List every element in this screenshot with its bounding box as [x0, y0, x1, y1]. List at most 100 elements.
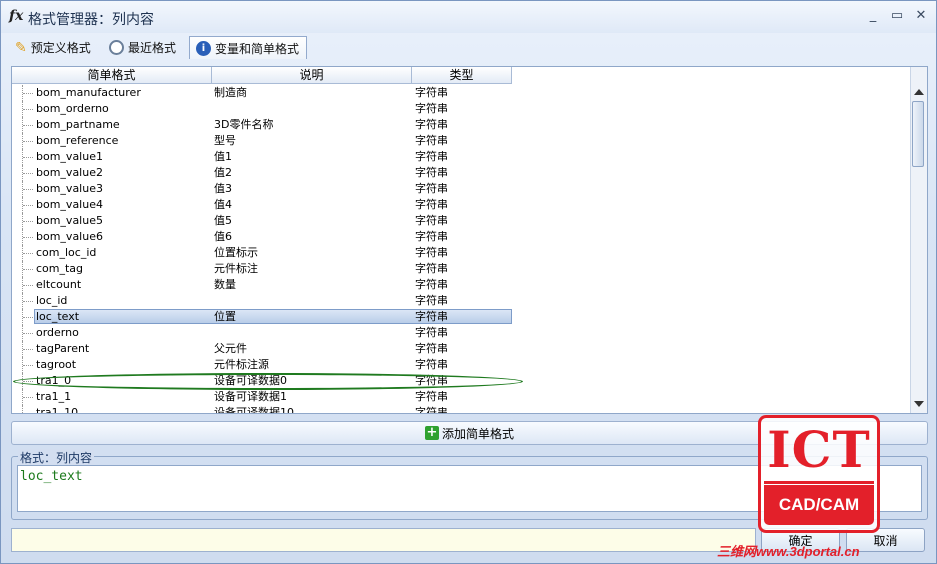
tree-line [22, 341, 35, 357]
scroll-down-arrow-icon[interactable] [914, 401, 924, 407]
cell-type: 字符串 [415, 262, 448, 275]
cell-type: 字符串 [415, 102, 448, 115]
close-button[interactable]: ✕ [911, 7, 931, 25]
table-row[interactable]: com_tag 元件标注 字符串 [12, 261, 912, 277]
table-row[interactable]: bom_value4 值4 字符串 [12, 197, 912, 213]
table-row[interactable]: bom_orderno 字符串 [12, 101, 912, 117]
minimize-button[interactable]: _ [863, 7, 883, 25]
tab-label: 变量和简单格式 [215, 41, 300, 56]
tree-line [22, 165, 35, 181]
cell-description: 数量 [214, 278, 236, 291]
cell-name: bom_value5 [36, 214, 103, 227]
tree-line [22, 181, 35, 197]
table-row[interactable]: tra1_1 设备可译数据1 字符串 [12, 389, 912, 405]
table-row[interactable]: bom_value1 值1 字符串 [12, 149, 912, 165]
table-row[interactable]: bom_reference 型号 字符串 [12, 133, 912, 149]
vertical-scrollbar[interactable] [910, 67, 927, 413]
table-row[interactable]: bom_manufacturer 制造商 字符串 [12, 85, 912, 101]
tree-line [22, 229, 35, 245]
cell-name: com_tag [36, 262, 84, 275]
cell-type: 字符串 [415, 230, 448, 243]
cell-description: 型号 [214, 134, 236, 147]
cell-type: 字符串 [415, 278, 448, 291]
table-row[interactable]: bom_value6 值6 字符串 [12, 229, 912, 245]
tree-line [22, 213, 35, 229]
tree-line [22, 101, 35, 117]
table-row[interactable]: com_loc_id 位置标示 字符串 [12, 245, 912, 261]
tree-line [22, 405, 35, 413]
cell-description: 父元件 [214, 342, 247, 355]
logo-text-ict: ICT [767, 420, 871, 479]
cell-name: bom_value3 [36, 182, 103, 195]
cell-name: bom_value1 [36, 150, 103, 163]
table-row[interactable]: eltcount 数量 字符串 [12, 277, 912, 293]
cell-name: tra1_10 [36, 406, 79, 414]
cell-description: 位置标示 [214, 246, 258, 259]
window-title: 格式管理器：列内容 [28, 12, 154, 28]
scrollbar-thumb[interactable] [912, 101, 924, 167]
table-row[interactable]: bom_partname 3D零件名称 字符串 [12, 117, 912, 133]
title-bar: fx 格式管理器：列内容 _ ▭ ✕ [1, 1, 936, 33]
cell-name: bom_value6 [36, 230, 103, 243]
tab-label: 预定义格式 [30, 41, 91, 55]
table-row[interactable]: tagroot 元件标注源 字符串 [12, 357, 912, 373]
cell-name: bom_value4 [36, 198, 103, 211]
cell-type: 字符串 [415, 86, 448, 99]
tree-line [22, 325, 35, 341]
cell-type: 字符串 [415, 166, 448, 179]
cell-name: bom_reference [36, 134, 119, 147]
cell-name: bom_orderno [36, 102, 109, 115]
cell-description: 值5 [214, 214, 232, 227]
tree-line [22, 117, 35, 133]
cell-name: tagParent [36, 342, 90, 355]
format-group-legend: 格式：列内容 [18, 449, 95, 466]
logo-divider [764, 481, 874, 484]
cell-description: 制造商 [214, 86, 247, 99]
table-row[interactable]: orderno 字符串 [12, 325, 912, 341]
cell-type: 字符串 [415, 294, 448, 307]
cell-type: 字符串 [415, 406, 448, 414]
table-row[interactable]: tra1_10 设备可译数据10 字符串 [12, 405, 912, 414]
table-row[interactable]: bom_value3 值3 字符串 [12, 181, 912, 197]
cell-description: 值2 [214, 166, 232, 179]
pencil-icon: ✎ [15, 39, 27, 56]
cell-name: com_loc_id [36, 246, 97, 259]
cell-type: 字符串 [415, 342, 448, 355]
tab-recent-formats[interactable]: 最近格式 [103, 37, 187, 58]
cell-type: 字符串 [415, 246, 448, 259]
tree-line [22, 85, 35, 101]
cell-type: 字符串 [415, 358, 448, 371]
cell-description: 值6 [214, 230, 232, 243]
cell-name: eltcount [36, 278, 82, 291]
column-header-type[interactable]: 类型 [412, 67, 512, 84]
watermark-url: 三维网www.3dportal.cn [717, 544, 860, 559]
clock-icon [109, 40, 124, 55]
column-header-description[interactable]: 说明 [212, 67, 412, 84]
cell-type: 字符串 [415, 198, 448, 211]
cell-name: bom_value2 [36, 166, 103, 179]
cell-name: orderno [36, 326, 79, 339]
column-header-simple-format[interactable]: 简单格式 [12, 67, 212, 84]
tab-variables-simple-formats[interactable]: i 变量和简单格式 [189, 36, 307, 59]
cell-description: 位置 [214, 310, 236, 323]
plus-icon: + [424, 425, 439, 440]
table-row[interactable]: loc_id 字符串 [12, 293, 912, 309]
info-icon: i [196, 40, 211, 56]
table-row[interactable]: loc_text 位置 字符串 [12, 309, 912, 325]
highlight-ellipse [13, 373, 523, 390]
tab-predefined-formats[interactable]: ✎ 预定义格式 [9, 37, 101, 58]
tree-line [22, 389, 35, 405]
table-row[interactable]: bom_value5 值5 字符串 [12, 213, 912, 229]
tree-line [22, 277, 35, 293]
table-row[interactable]: tagParent 父元件 字符串 [12, 341, 912, 357]
ict-cadcam-watermark-logo: ICT CAD/CAM [758, 415, 880, 533]
list-rows: bom_manufacturer 制造商 字符串 bom_orderno 字符串 bom_… [12, 85, 912, 414]
scroll-up-arrow-icon[interactable] [914, 89, 924, 95]
fx-icon: fx [9, 8, 24, 24]
simple-format-list[interactable]: 简单格式 说明 类型 bom_manufacturer 制造商 字符串 bom_ord… [11, 66, 928, 414]
tree-line [22, 357, 35, 373]
cell-type: 字符串 [415, 390, 448, 403]
table-row[interactable]: bom_value2 值2 字符串 [12, 165, 912, 181]
maximize-button[interactable]: ▭ [887, 7, 907, 25]
cell-type: 字符串 [415, 326, 448, 339]
